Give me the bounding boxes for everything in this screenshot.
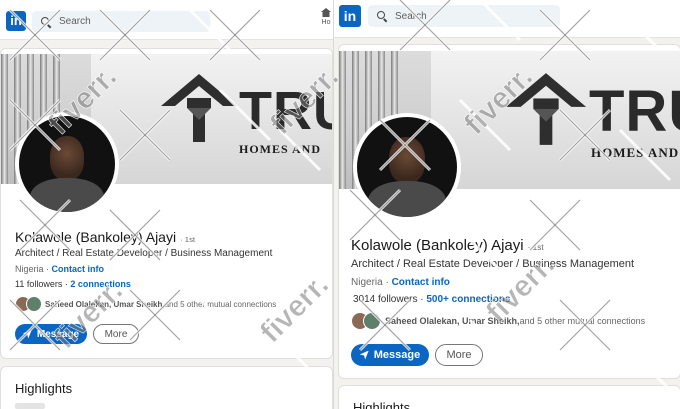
highlight-placeholder xyxy=(15,403,45,409)
profile-location-row: Nigeria · Contact info xyxy=(351,277,450,288)
connection-degree: · 1st xyxy=(527,243,544,252)
brand-tagline: HOMES AND xyxy=(239,142,322,156)
profile-name: Kolawole (Bankoley) Ajayi · 1st xyxy=(15,229,195,245)
message-button[interactable]: Message xyxy=(351,344,429,366)
mutual-avatars xyxy=(15,296,45,312)
contact-info-link[interactable]: Contact info xyxy=(392,277,450,288)
connections-link[interactable]: 2 connections xyxy=(70,279,131,289)
avatar[interactable] xyxy=(353,113,461,221)
brand-tagline: HOMES AND xyxy=(591,145,680,160)
profile-stats: 3014 followers · 500+ connections xyxy=(353,294,511,305)
mutual-avatars xyxy=(351,312,385,330)
followers-count: 3014 followers xyxy=(353,294,418,305)
message-button[interactable]: Message xyxy=(15,324,87,344)
mutual-connections[interactable]: Saheed Olalekan, Umar Sheikh, and 5 othe… xyxy=(15,296,276,312)
profile-name-text: Kolawole (Bankoley) Ajayi xyxy=(15,229,177,245)
mutual-rest: and 5 other mutual connections xyxy=(519,316,646,326)
mutual-connections[interactable]: Saheed Olalekan, Umar Sheikh, and 5 othe… xyxy=(351,312,645,330)
avatar-body xyxy=(30,178,104,212)
search-icon xyxy=(377,11,387,21)
contact-info-link[interactable]: Contact info xyxy=(52,264,105,274)
avatar-head xyxy=(389,137,425,183)
connections-link[interactable]: 500+ connections xyxy=(426,294,510,305)
profile-before-panel: in Search Ho TRU HOMES A xyxy=(0,0,333,409)
search-placeholder: Search xyxy=(59,16,91,27)
brand-house-icon xyxy=(505,73,587,145)
profile-location: Nigeria xyxy=(15,264,44,274)
brand-logo-text: TRU xyxy=(589,79,680,144)
nav-home[interactable]: Ho xyxy=(321,8,331,26)
location-separator: · xyxy=(43,264,52,274)
highlights-section: Highlights xyxy=(0,366,333,409)
brand-logo-text: TRU xyxy=(239,81,332,141)
highlights-title: Highlights xyxy=(15,381,73,396)
location-separator: · xyxy=(382,277,392,288)
profile-name-text: Kolawole (Bankoley) Ajayi xyxy=(351,237,524,254)
mutual-rest: and 5 other mutual connections xyxy=(164,299,277,309)
global-nav: in Search xyxy=(334,0,680,38)
avatar-head xyxy=(50,136,84,180)
linkedin-logo[interactable]: in xyxy=(339,5,361,27)
search-icon xyxy=(41,16,51,27)
mutual-names: Saheed Olalekan, Umar Sheikh, xyxy=(385,316,520,326)
highlights-title: Highlights xyxy=(353,400,411,409)
profile-headline: Architect / Real Estate Developer / Busi… xyxy=(15,248,273,259)
profile-location-row: Nigeria · Contact info xyxy=(15,264,104,274)
mutual-names: Saheed Olalekan, Umar Sheikh, xyxy=(45,299,165,309)
send-icon xyxy=(22,329,32,339)
profile-location: Nigeria xyxy=(351,277,383,288)
mutual-avatar xyxy=(363,312,381,330)
avatar-body xyxy=(368,181,446,217)
avatar[interactable] xyxy=(15,112,119,216)
search-placeholder: Search xyxy=(395,10,427,22)
profile-headline: Architect / Real Estate Developer / Busi… xyxy=(351,258,635,270)
profile-name: Kolawole (Bankoley) Ajayi · 1st xyxy=(351,237,544,254)
home-icon xyxy=(321,8,331,17)
search-input[interactable]: Search xyxy=(32,11,210,32)
message-button-label: Message xyxy=(373,349,421,361)
profile-stats: 11 followers · 2 connections xyxy=(15,279,131,289)
send-icon xyxy=(359,350,369,360)
more-button[interactable]: More xyxy=(93,324,139,344)
followers-count: 11 followers xyxy=(15,279,63,289)
comparison-screenshot: in Search Ho TRU HOMES A xyxy=(0,0,680,409)
profile-card: TRU HOMES AND Kolawole (Bankoley) Ajayi·… xyxy=(338,44,680,379)
profile-card: TRU HOMES AND Kolawole (Bankoley) Ajayi·… xyxy=(0,48,333,359)
linkedin-logo[interactable]: in xyxy=(6,11,26,31)
search-input[interactable]: Search xyxy=(368,5,560,27)
connection-degree: · 1st xyxy=(180,235,196,244)
global-nav: in Search Ho xyxy=(0,0,333,40)
highlights-section: Highlights xyxy=(338,385,680,409)
brand-house-icon xyxy=(161,74,237,142)
nav-home-label: Ho xyxy=(321,19,331,26)
more-button[interactable]: More xyxy=(435,344,483,366)
profile-after-panel: in Search TRU HOMES AND xyxy=(333,0,680,409)
mutual-avatar xyxy=(26,296,42,312)
message-button-label: Message xyxy=(36,328,80,340)
